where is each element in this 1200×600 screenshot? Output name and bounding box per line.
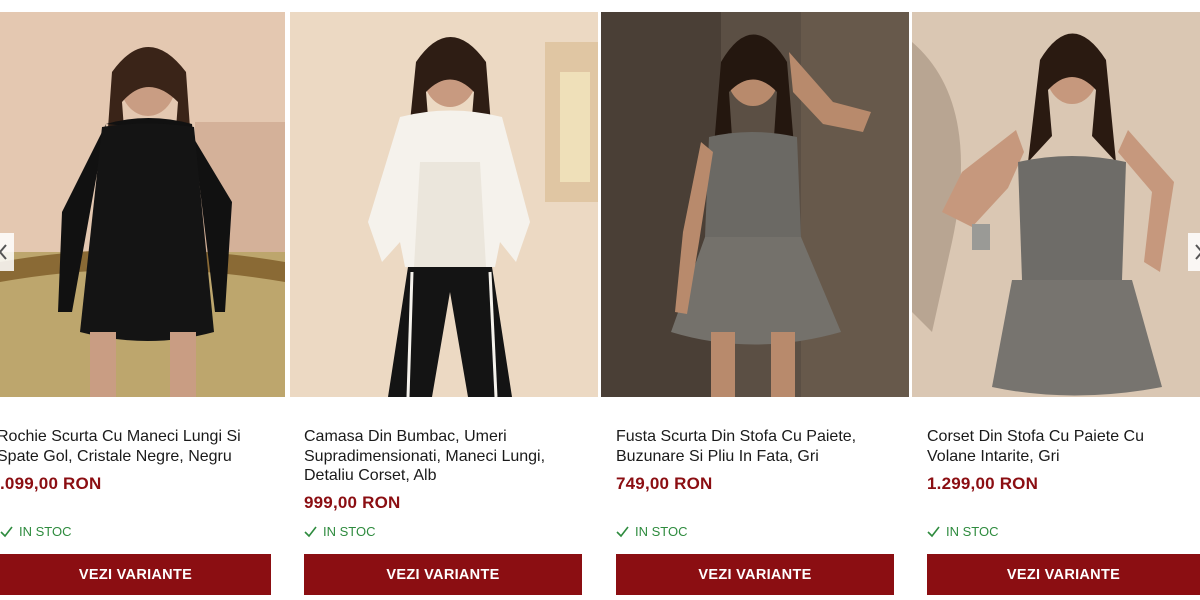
stock-status: IN STOC [0, 524, 72, 539]
product-title[interactable]: Fusta Scurta Din Stofa Cu Paiete, Buzuna… [616, 427, 896, 466]
product-card[interactable]: Rochie Scurta Cu Maneci Lungi Si Spate G… [0, 0, 287, 600]
view-variants-button[interactable]: VEZI VARIANTE [304, 554, 582, 595]
product-title[interactable]: Corset Din Stofa Cu Paiete Cu Volane Int… [927, 427, 1187, 466]
view-variants-button[interactable]: VEZI VARIANTE [616, 554, 894, 595]
stock-label: IN STOC [635, 524, 688, 539]
stock-status: IN STOC [616, 524, 688, 539]
product-carousel: Rochie Scurta Cu Maneci Lungi Si Spate G… [0, 0, 1200, 600]
stock-label: IN STOC [946, 524, 999, 539]
view-variants-button[interactable]: VEZI VARIANTE [927, 554, 1200, 595]
product-image[interactable] [0, 12, 285, 397]
chevron-left-icon [0, 244, 7, 260]
product-image[interactable] [290, 12, 598, 397]
chevron-right-icon [1195, 244, 1200, 260]
stock-label: IN STOC [323, 524, 376, 539]
check-icon [0, 526, 13, 538]
stock-status: IN STOC [927, 524, 999, 539]
carousel-prev-button[interactable] [0, 233, 14, 271]
product-price: 999,00 RON [304, 493, 401, 512]
check-icon [927, 526, 940, 538]
product-price: 1.299,00 RON [927, 474, 1039, 493]
product-title[interactable]: Camasa Din Bumbac, Umeri Supradimensiona… [304, 427, 589, 486]
stock-label: IN STOC [19, 524, 72, 539]
stock-status: IN STOC [304, 524, 376, 539]
product-price: .099,00 RON [0, 474, 102, 493]
check-icon [616, 526, 629, 538]
product-card[interactable]: Fusta Scurta Din Stofa Cu Paiete, Buzuna… [601, 0, 909, 600]
check-icon [304, 526, 317, 538]
product-title[interactable]: Rochie Scurta Cu Maneci Lungi Si Spate G… [0, 427, 267, 466]
product-card[interactable]: Camasa Din Bumbac, Umeri Supradimensiona… [290, 0, 598, 600]
product-image[interactable] [912, 12, 1200, 397]
product-card[interactable]: Corset Din Stofa Cu Paiete Cu Volane Int… [912, 0, 1200, 600]
view-variants-button[interactable]: VEZI VARIANTE [0, 554, 271, 595]
carousel-next-button[interactable] [1188, 233, 1200, 271]
product-price: 749,00 RON [616, 474, 713, 493]
product-image[interactable] [601, 12, 909, 397]
